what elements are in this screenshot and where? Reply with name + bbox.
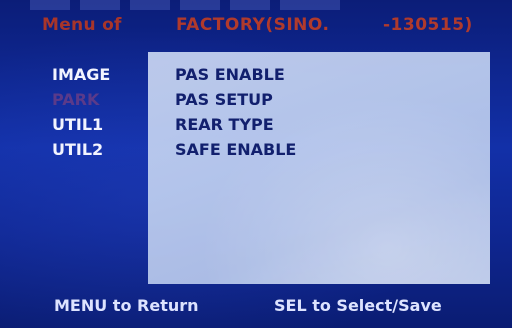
- submenu-item-pas-setup[interactable]: PAS SETUP: [175, 87, 475, 112]
- header-factory-label: FACTORY(SINO.: [176, 15, 330, 35]
- menu-item-util2[interactable]: UTIL2: [52, 137, 152, 162]
- menu-item-image[interactable]: IMAGE: [52, 62, 152, 87]
- submenu-item-pas-enable[interactable]: PAS ENABLE: [175, 62, 475, 87]
- footer-hints: MENU to Return SEL to Select/Save: [0, 292, 512, 322]
- submenu-list: PAS ENABLE PAS SETUP REAR TYPE SAFE ENAB…: [175, 62, 475, 162]
- osd-screen: Menu of FACTORY(SINO. -130515) IMAGE PAR…: [0, 0, 512, 328]
- footer-return-hint: MENU to Return: [54, 296, 199, 315]
- submenu-item-safe-enable[interactable]: SAFE ENABLE: [175, 137, 475, 162]
- header-version-code: -130515): [383, 15, 473, 35]
- menu-item-util1[interactable]: UTIL1: [52, 112, 152, 137]
- submenu-item-rear-type[interactable]: REAR TYPE: [175, 112, 475, 137]
- main-menu-list: IMAGE PARK UTIL1 UTIL2: [52, 62, 152, 162]
- menu-header: Menu of FACTORY(SINO. -130515): [0, 0, 512, 42]
- header-menu-of-label: Menu of: [42, 15, 122, 35]
- menu-item-park[interactable]: PARK: [52, 87, 152, 112]
- footer-select-hint: SEL to Select/Save: [274, 296, 442, 315]
